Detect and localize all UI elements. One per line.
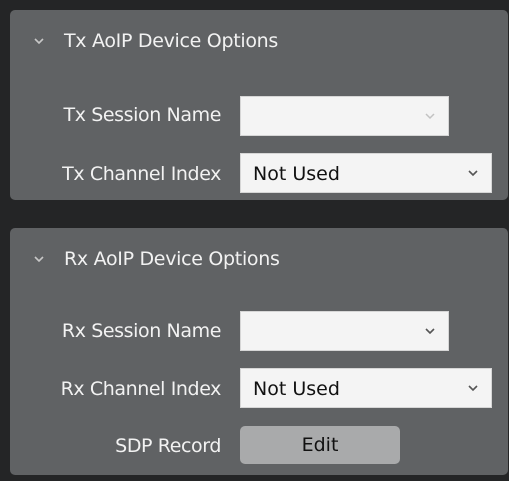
rx-aoip-options-header[interactable]: Rx AoIP Device Options (10, 228, 508, 298)
chevron-down-icon (468, 385, 478, 392)
rx-channel-index-value: Not Used (253, 378, 340, 400)
rx-aoip-options-panel: Rx AoIP Device Options Rx Session Name R… (10, 228, 508, 475)
rx-aoip-options-title: Rx AoIP Device Options (64, 248, 280, 270)
tx-channel-index-value: Not Used (253, 163, 340, 185)
tx-aoip-options-title: Tx AoIP Device Options (64, 30, 279, 52)
rx-channel-index-label: Rx Channel Index (60, 378, 222, 400)
chevron-down-icon (425, 113, 435, 120)
chevron-down-icon (34, 38, 44, 45)
rx-session-name-dropdown[interactable] (240, 311, 449, 351)
tx-session-name-dropdown[interactable] (240, 96, 449, 136)
rx-session-name-label: Rx Session Name (61, 320, 221, 342)
tx-aoip-options-panel: Tx AoIP Device Options Tx Session Name T… (10, 10, 508, 200)
rx-channel-index-dropdown[interactable]: Not Used (240, 368, 492, 408)
edit-button-label: Edit (301, 434, 339, 456)
tx-channel-index-dropdown[interactable]: Not Used (240, 153, 492, 193)
chevron-down-icon (34, 256, 44, 263)
tx-channel-index-label: Tx Channel Index (62, 163, 221, 185)
tx-aoip-options-header[interactable]: Tx AoIP Device Options (10, 10, 508, 80)
chevron-down-icon (425, 328, 435, 335)
aoip-device-options: Tx AoIP Device Options Tx Session Name T… (0, 0, 509, 481)
sdp-record-label: SDP Record (115, 435, 221, 457)
tx-session-name-label: Tx Session Name (63, 104, 222, 126)
sdp-record-edit-button[interactable]: Edit (240, 426, 400, 464)
chevron-down-icon (468, 170, 478, 177)
